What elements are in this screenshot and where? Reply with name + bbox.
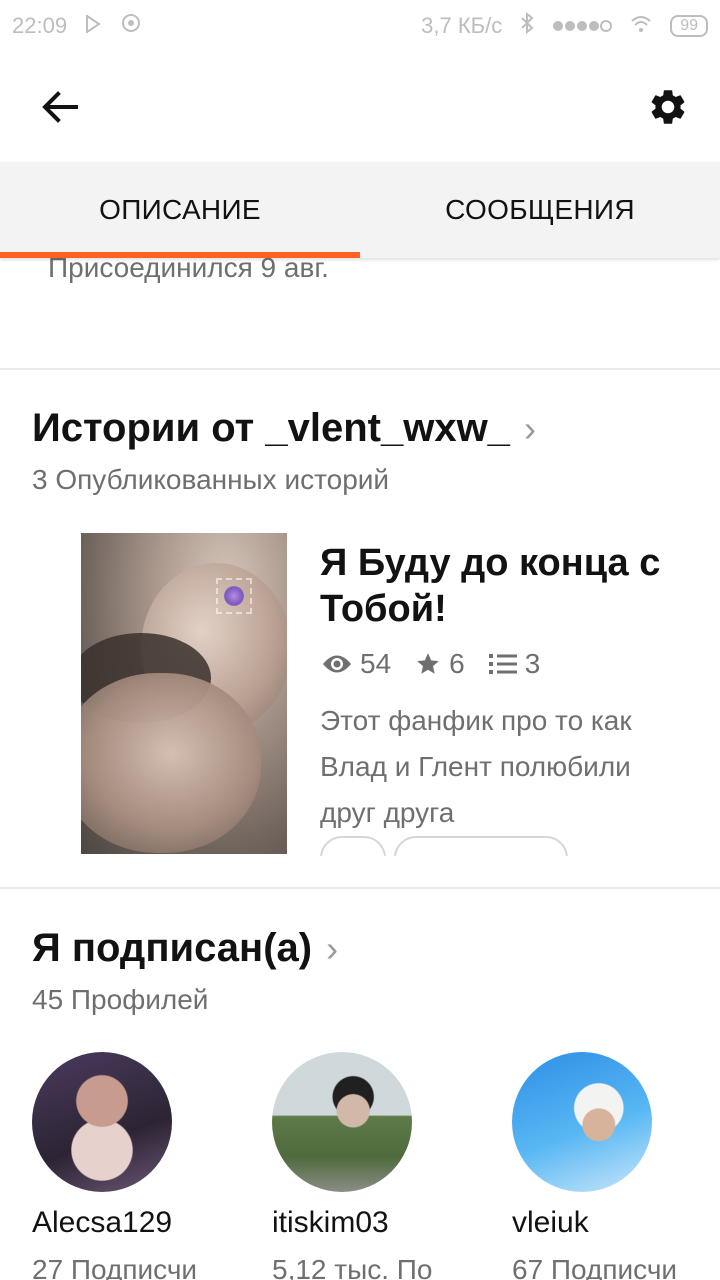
play-icon bbox=[85, 13, 101, 39]
chevron-right-icon: › bbox=[523, 407, 536, 449]
following-count: 45 Профилей bbox=[32, 984, 209, 1015]
avatar[interactable] bbox=[32, 1052, 172, 1192]
gear-icon bbox=[651, 90, 685, 124]
parts-stat: 3 bbox=[488, 648, 541, 680]
story-stats: 54 6 3 bbox=[322, 648, 540, 680]
parts-count: 3 bbox=[524, 648, 541, 679]
story-tag[interactable] bbox=[394, 836, 568, 856]
eye-icon bbox=[323, 655, 351, 673]
views-stat: 54 bbox=[322, 648, 391, 680]
profile-username: itiskim03 bbox=[272, 1206, 389, 1239]
votes-stat: 6 bbox=[415, 648, 465, 680]
tab-description[interactable]: ОПИСАНИЕ bbox=[0, 162, 360, 258]
profile-username: vleiuk bbox=[512, 1206, 589, 1239]
stories-count: 3 Опубликованных историй bbox=[32, 464, 390, 495]
wifi-icon bbox=[630, 13, 652, 39]
story-description: Этот фанфик про то как Влад и Глент полю… bbox=[320, 705, 632, 828]
story-title[interactable]: Я Буду до конца с Тобой! bbox=[320, 540, 700, 632]
stories-section-header[interactable]: Истории от _vlent_wxw_ › bbox=[32, 406, 536, 451]
status-time: 22:09 bbox=[12, 13, 68, 38]
settings-button[interactable] bbox=[644, 83, 692, 131]
profile-tabs: ОПИСАНИЕ СООБЩЕНИЯ bbox=[0, 162, 720, 258]
tab-messages[interactable]: СООБЩЕНИЯ bbox=[360, 162, 720, 258]
list-icon bbox=[488, 654, 517, 674]
network-speed: 3,7 КБ/с bbox=[421, 13, 503, 38]
following-title: Я подписан(а) bbox=[32, 926, 313, 970]
bluetooth-icon bbox=[520, 11, 534, 40]
story-cover-image[interactable] bbox=[81, 533, 287, 854]
profile-card[interactable]: Alecsa129 27 Подписчи bbox=[32, 1052, 232, 1280]
avatar[interactable] bbox=[512, 1052, 652, 1192]
following-section-header[interactable]: Я подписан(а) › bbox=[32, 926, 338, 971]
notification-icon bbox=[119, 12, 143, 40]
chevron-right-icon: › bbox=[326, 927, 339, 969]
star-icon bbox=[417, 653, 439, 674]
section-divider bbox=[0, 368, 720, 370]
votes-count: 6 bbox=[449, 648, 465, 679]
stories-title: Истории от _vlent_wxw_ bbox=[32, 406, 510, 450]
avatar[interactable] bbox=[272, 1052, 412, 1192]
profile-username: Alecsa129 bbox=[32, 1206, 173, 1239]
profile-card[interactable]: vleiuk 67 Подписчи bbox=[512, 1052, 712, 1280]
profile-followers: 27 Подписчи bbox=[32, 1254, 198, 1280]
section-divider bbox=[0, 887, 720, 889]
profile-followers: 5,12 тыс. По bbox=[272, 1254, 433, 1280]
battery-indicator: 99 bbox=[670, 15, 708, 37]
views-count: 54 bbox=[360, 648, 392, 679]
story-tag[interactable] bbox=[320, 836, 386, 856]
signal-icon bbox=[552, 13, 613, 39]
app-bar bbox=[0, 52, 720, 162]
profile-card[interactable]: itiskim03 5,12 тыс. По bbox=[272, 1052, 472, 1280]
arrow-left-icon bbox=[42, 91, 78, 123]
back-button[interactable] bbox=[36, 83, 84, 131]
story-tags bbox=[318, 834, 698, 856]
status-bar: 22:09 3,7 КБ/с 99 bbox=[0, 0, 720, 52]
profile-followers: 67 Подписчи bbox=[512, 1254, 678, 1280]
